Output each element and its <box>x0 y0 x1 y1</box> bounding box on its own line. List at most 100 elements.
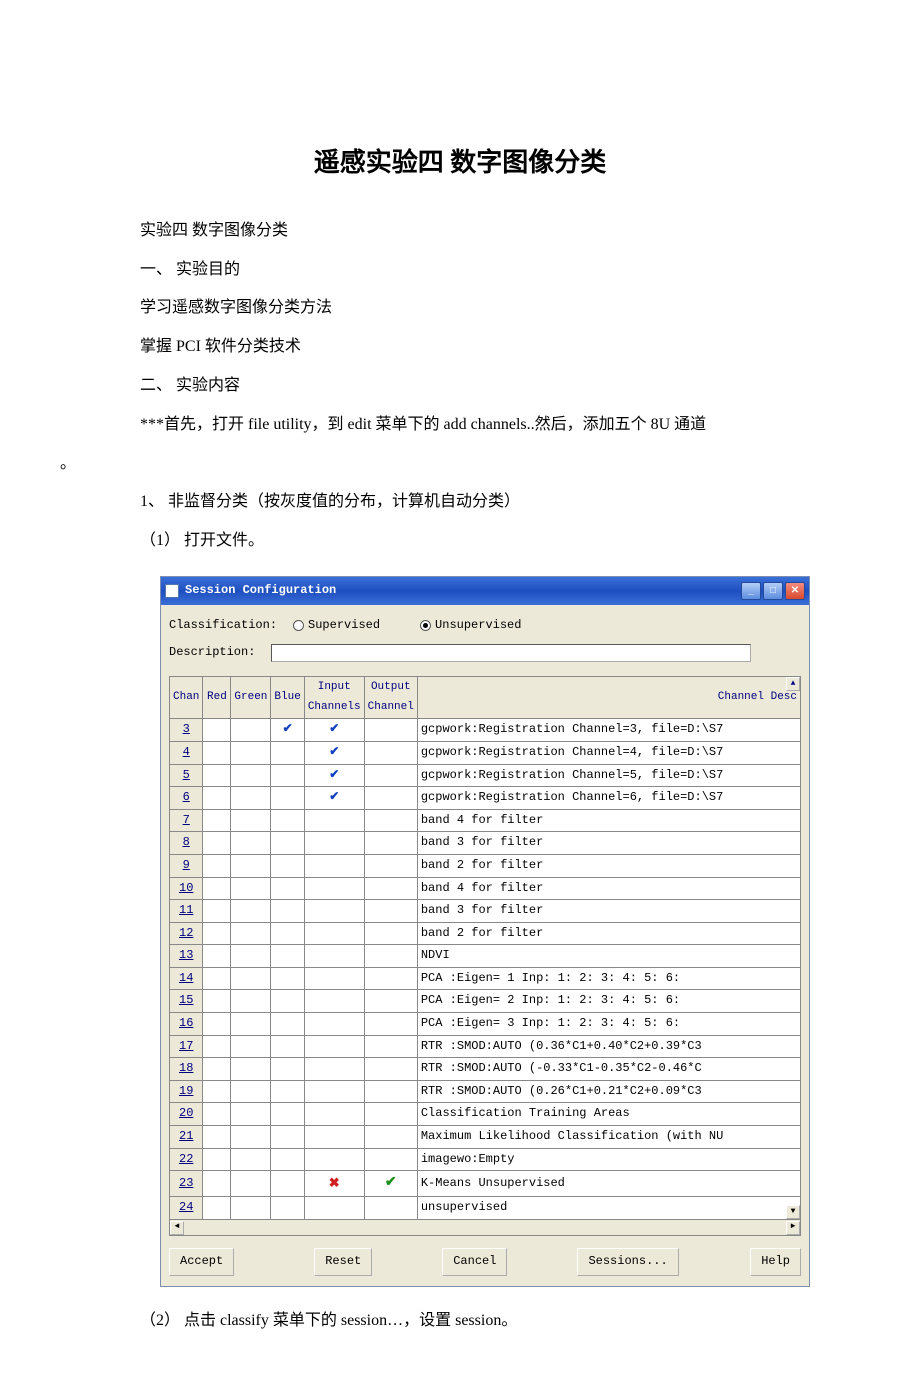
input-cell[interactable] <box>304 1197 364 1220</box>
reset-button[interactable]: Reset <box>314 1248 372 1276</box>
red-cell[interactable] <box>203 787 231 810</box>
channel-number-cell[interactable]: 23 <box>170 1171 203 1197</box>
input-cell[interactable]: ✖ <box>304 1171 364 1197</box>
green-cell[interactable] <box>231 900 271 923</box>
blue-cell[interactable] <box>271 1035 304 1058</box>
blue-cell[interactable] <box>271 1148 304 1171</box>
unsupervised-radio[interactable] <box>420 620 431 631</box>
channel-number-cell[interactable]: 13 <box>170 945 203 968</box>
minimize-button[interactable]: _ <box>741 582 761 600</box>
input-cell[interactable] <box>304 877 364 900</box>
input-cell[interactable] <box>304 1080 364 1103</box>
scroll-right-button[interactable]: ► <box>786 1221 800 1235</box>
channel-number-cell[interactable]: 7 <box>170 809 203 832</box>
scroll-left-button[interactable]: ◄ <box>170 1221 184 1235</box>
input-cell[interactable] <box>304 1058 364 1081</box>
green-cell[interactable] <box>231 854 271 877</box>
input-cell[interactable] <box>304 1103 364 1126</box>
red-cell[interactable] <box>203 1080 231 1103</box>
blue-cell[interactable] <box>271 787 304 810</box>
red-cell[interactable] <box>203 809 231 832</box>
green-cell[interactable] <box>231 1126 271 1149</box>
green-cell[interactable] <box>231 990 271 1013</box>
red-cell[interactable] <box>203 922 231 945</box>
green-cell[interactable] <box>231 922 271 945</box>
red-cell[interactable] <box>203 945 231 968</box>
input-cell[interactable] <box>304 832 364 855</box>
input-cell[interactable] <box>304 945 364 968</box>
blue-cell[interactable] <box>271 741 304 764</box>
input-cell[interactable]: ✔ <box>304 741 364 764</box>
output-cell[interactable] <box>364 922 417 945</box>
output-cell[interactable] <box>364 741 417 764</box>
output-cell[interactable] <box>364 832 417 855</box>
output-cell[interactable] <box>364 1197 417 1220</box>
channel-number-cell[interactable]: 14 <box>170 967 203 990</box>
blue-cell[interactable] <box>271 1013 304 1036</box>
blue-cell[interactable] <box>271 1080 304 1103</box>
green-cell[interactable] <box>231 719 271 742</box>
output-cell[interactable] <box>364 1148 417 1171</box>
green-cell[interactable] <box>231 1013 271 1036</box>
output-cell[interactable] <box>364 945 417 968</box>
scroll-up-button[interactable]: ▲ <box>786 677 800 691</box>
red-cell[interactable] <box>203 990 231 1013</box>
col-green[interactable]: Green <box>231 676 271 719</box>
red-cell[interactable] <box>203 1197 231 1220</box>
col-input-channels[interactable]: InputChannels <box>304 676 364 719</box>
red-cell[interactable] <box>203 1171 231 1197</box>
channel-number-cell[interactable]: 18 <box>170 1058 203 1081</box>
blue-cell[interactable] <box>271 1126 304 1149</box>
col-chan[interactable]: Chan <box>170 676 203 719</box>
channel-number-cell[interactable]: 11 <box>170 900 203 923</box>
output-cell[interactable] <box>364 854 417 877</box>
output-cell[interactable] <box>364 719 417 742</box>
output-cell[interactable] <box>364 1058 417 1081</box>
help-button[interactable]: Help <box>750 1248 801 1276</box>
green-cell[interactable] <box>231 741 271 764</box>
green-cell[interactable] <box>231 945 271 968</box>
output-cell[interactable] <box>364 967 417 990</box>
col-red[interactable]: Red <box>203 676 231 719</box>
col-output-channel[interactable]: OutputChannel <box>364 676 417 719</box>
output-cell[interactable] <box>364 787 417 810</box>
supervised-radio[interactable] <box>293 620 304 631</box>
red-cell[interactable] <box>203 854 231 877</box>
red-cell[interactable] <box>203 1148 231 1171</box>
col-channel-desc[interactable]: Channel Desc ▲ <box>417 676 800 719</box>
channel-number-cell[interactable]: 22 <box>170 1148 203 1171</box>
green-cell[interactable] <box>231 764 271 787</box>
blue-cell[interactable] <box>271 877 304 900</box>
output-cell[interactable] <box>364 900 417 923</box>
red-cell[interactable] <box>203 1103 231 1126</box>
input-cell[interactable] <box>304 900 364 923</box>
green-cell[interactable] <box>231 1171 271 1197</box>
output-cell[interactable] <box>364 1080 417 1103</box>
red-cell[interactable] <box>203 967 231 990</box>
blue-cell[interactable] <box>271 1058 304 1081</box>
blue-cell[interactable] <box>271 900 304 923</box>
channel-number-cell[interactable]: 24 <box>170 1197 203 1220</box>
green-cell[interactable] <box>231 1080 271 1103</box>
output-cell[interactable] <box>364 1035 417 1058</box>
input-cell[interactable] <box>304 967 364 990</box>
accept-button[interactable]: Accept <box>169 1248 234 1276</box>
input-cell[interactable] <box>304 1013 364 1036</box>
output-cell[interactable]: ✔ <box>364 1171 417 1197</box>
blue-cell[interactable] <box>271 990 304 1013</box>
blue-cell[interactable]: ✔ <box>271 719 304 742</box>
input-cell[interactable] <box>304 809 364 832</box>
output-cell[interactable] <box>364 1126 417 1149</box>
output-cell[interactable] <box>364 764 417 787</box>
green-cell[interactable] <box>231 809 271 832</box>
red-cell[interactable] <box>203 900 231 923</box>
channel-number-cell[interactable]: 3 <box>170 719 203 742</box>
channel-number-cell[interactable]: 12 <box>170 922 203 945</box>
horizontal-scrollbar[interactable]: ◄ ► <box>169 1220 801 1236</box>
channel-number-cell[interactable]: 10 <box>170 877 203 900</box>
green-cell[interactable] <box>231 1103 271 1126</box>
output-cell[interactable] <box>364 809 417 832</box>
channel-number-cell[interactable]: 8 <box>170 832 203 855</box>
green-cell[interactable] <box>231 877 271 900</box>
cancel-button[interactable]: Cancel <box>442 1248 507 1276</box>
